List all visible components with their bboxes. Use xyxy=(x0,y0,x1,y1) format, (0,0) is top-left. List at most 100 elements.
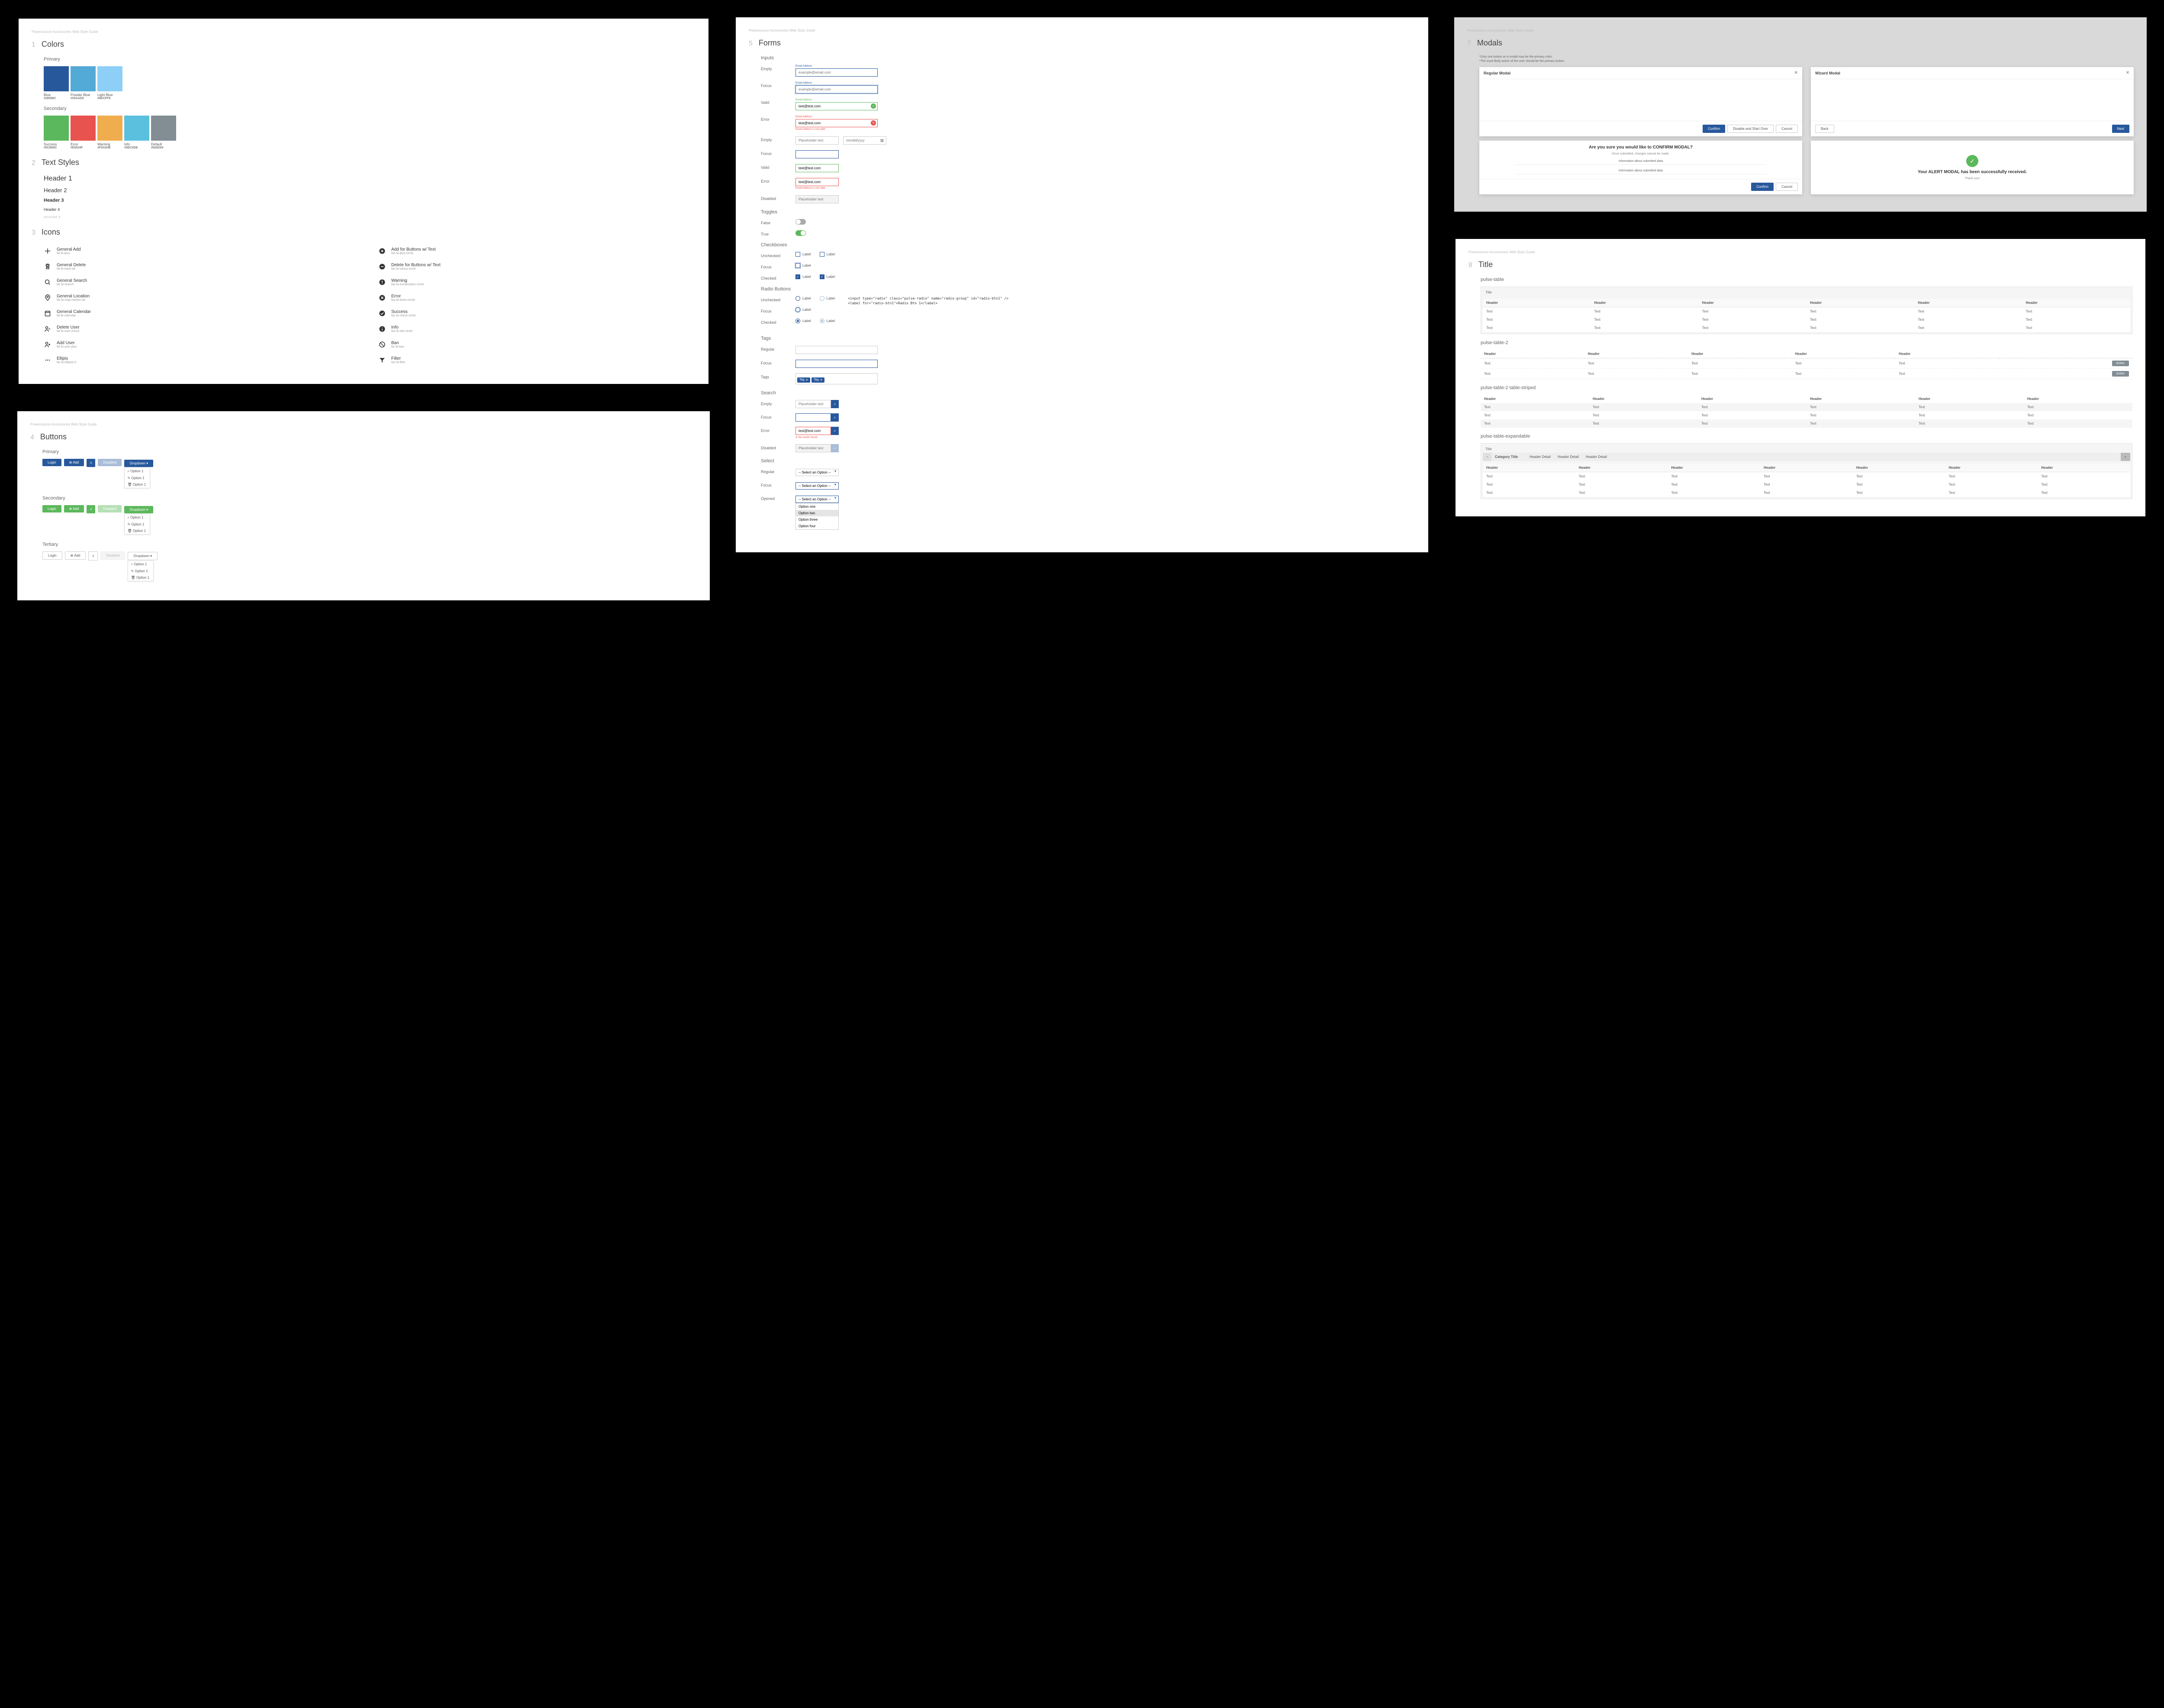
table-header: Header xyxy=(1483,299,1591,307)
checkbox[interactable] xyxy=(820,252,824,257)
icon-row: Add Userfal fa-user-plus xyxy=(44,338,361,351)
input-sm-focus[interactable] xyxy=(795,150,839,158)
checkbox[interactable] xyxy=(795,252,800,257)
tags-input-focus[interactable] xyxy=(795,360,878,368)
cancel-button[interactable]: Cancel xyxy=(1776,125,1798,133)
tag[interactable]: Tag ✕ xyxy=(812,377,824,383)
pulse-table-striped: HeaderHeaderHeaderHeaderHeaderHeaderText… xyxy=(1481,395,2132,428)
login-button[interactable]: Login xyxy=(42,551,62,560)
select-option[interactable]: Option two xyxy=(796,510,838,516)
confirm-button[interactable]: Confirm xyxy=(1703,125,1725,133)
input-valid[interactable] xyxy=(795,102,878,110)
userminus-icon xyxy=(44,325,52,333)
breadcrumb: Powersource Accessories Web Style Guide xyxy=(32,30,696,34)
radio[interactable] xyxy=(795,307,800,312)
add-button[interactable]: ⊕ Add xyxy=(64,459,84,466)
checkbox-checked[interactable]: ✓ xyxy=(820,274,824,279)
select-option[interactable]: Option one xyxy=(796,503,838,510)
confirm-button[interactable]: Confirm xyxy=(1751,183,1774,191)
dropdown-button[interactable]: Dropdown ▾ xyxy=(124,506,153,513)
plus-button[interactable]: ＋ xyxy=(87,505,95,513)
close-icon[interactable]: ✕ xyxy=(1794,71,1798,75)
add-row-button[interactable]: + xyxy=(2121,453,2130,461)
tags-input[interactable] xyxy=(795,346,878,354)
input-sm-error[interactable] xyxy=(795,178,839,186)
table-header: Header xyxy=(1914,299,2022,307)
icon-row: Add for Buttons w/ Textfas fa-plus-circl… xyxy=(378,245,696,258)
checkbox[interactable] xyxy=(795,263,800,268)
radio[interactable] xyxy=(795,296,800,301)
toggle-off[interactable] xyxy=(795,219,806,225)
login-button[interactable]: Login xyxy=(42,459,61,466)
select-option[interactable]: Option three xyxy=(796,516,838,523)
radio-checked[interactable] xyxy=(795,319,800,323)
text-h3: Header 3 xyxy=(44,198,696,203)
search-input[interactable] xyxy=(795,400,831,408)
toggle-on[interactable] xyxy=(795,230,806,236)
expand-toggle[interactable]: – xyxy=(1483,453,1491,461)
table-row: TextTextTextTextTextText xyxy=(1481,403,2132,411)
dropdown-menu[interactable]: ⌕ Option 1✎ Option 1🗑 Option 1 xyxy=(124,514,150,535)
text-h4: Header 4 xyxy=(44,207,696,212)
close-icon[interactable]: ✕ xyxy=(2126,71,2129,75)
back-button[interactable]: Back xyxy=(1815,125,1834,133)
radio[interactable] xyxy=(820,296,824,301)
search-button[interactable]: ⌕ xyxy=(831,427,839,435)
select[interactable]: -- Select an Option -- xyxy=(795,469,839,476)
dropdown-menu[interactable]: ⌕ Option 1✎ Option 1🗑 Option 1 xyxy=(128,561,154,581)
color-swatch: Warning#F0AD4E xyxy=(97,116,122,149)
cancel-button[interactable]: Cancel xyxy=(1776,183,1798,191)
input-focus[interactable] xyxy=(795,85,878,93)
table-header: Header xyxy=(1698,395,1807,403)
input-error[interactable] xyxy=(795,119,878,127)
plus-button[interactable]: ＋ xyxy=(88,551,98,561)
select[interactable]: -- Select an Option -- xyxy=(795,482,839,490)
add-button[interactable]: ⊕ Add xyxy=(65,551,86,560)
next-button[interactable]: Next xyxy=(2112,125,2129,133)
table-header: Header xyxy=(1895,350,1999,358)
table-header: Header xyxy=(2024,395,2132,403)
table-row: TextTextTextTextTextAction xyxy=(1481,369,2132,379)
input-sm-valid[interactable] xyxy=(795,164,839,172)
select-option[interactable]: Option four xyxy=(796,523,838,529)
table-header: Header xyxy=(1807,395,1915,403)
tag[interactable]: Tag ✕ xyxy=(797,377,810,383)
action-button[interactable]: Action xyxy=(2112,371,2129,377)
disable-button[interactable]: Disable and Start Over xyxy=(1727,125,1774,133)
table-header: Header xyxy=(1481,350,1584,358)
icon-row: Warningfas fa-exclamation-circle xyxy=(378,276,696,289)
confirm-modal: Are you sure you would like to CONFIRM M… xyxy=(1479,141,1802,194)
icon-row: General Deletefal fa-trash-alt xyxy=(44,260,361,273)
dropdown-button[interactable]: Dropdown ▾ xyxy=(128,552,158,560)
add-button[interactable]: ⊕ Add xyxy=(64,505,84,512)
pulse-table: TitleHeaderHeaderHeaderHeaderHeaderHeade… xyxy=(1481,287,2132,334)
plus-button[interactable]: ＋ xyxy=(87,459,95,467)
dropdown-button[interactable]: Dropdown ▾ xyxy=(124,460,153,467)
icon-row: Successfas fa-check-circle xyxy=(378,307,696,320)
regular-modal: Regular Modal✕ ConfirmDisable and Start … xyxy=(1479,67,1802,136)
search-input[interactable] xyxy=(795,427,831,435)
radio-checked[interactable] xyxy=(820,319,824,323)
calendar-icon[interactable]: ▦ xyxy=(879,138,885,143)
search-button[interactable]: ⌕ xyxy=(831,400,839,408)
success-icon: ✓ xyxy=(1966,155,1978,167)
table-header: Header xyxy=(1688,350,1792,358)
dropdown-menu[interactable]: ⌕ Option 1✎ Option 1🗑 Option 1 xyxy=(124,467,150,488)
checkbox-checked[interactable]: ✓ xyxy=(795,274,800,279)
select-open[interactable]: -- Select an Option -- xyxy=(795,496,839,503)
pulse-table-2: HeaderHeaderHeaderHeaderHeaderTextTextTe… xyxy=(1481,350,2132,379)
input-sm-empty[interactable] xyxy=(795,136,839,145)
trash-icon xyxy=(44,263,52,271)
table-header: Header xyxy=(1589,395,1698,403)
icon-row: Delete Userfal fa-user-minus xyxy=(44,322,361,335)
pluscirc-icon xyxy=(378,247,386,255)
search-button[interactable]: ⌕ xyxy=(831,413,839,422)
pin-icon xyxy=(44,294,52,302)
input-empty[interactable] xyxy=(795,68,878,77)
search-icon xyxy=(44,278,52,286)
table-header: Header xyxy=(1760,464,1853,472)
table-header: Header xyxy=(1915,395,2024,403)
search-input[interactable] xyxy=(795,413,831,422)
action-button[interactable]: Action xyxy=(2112,361,2129,366)
login-button[interactable]: Login xyxy=(42,505,61,512)
